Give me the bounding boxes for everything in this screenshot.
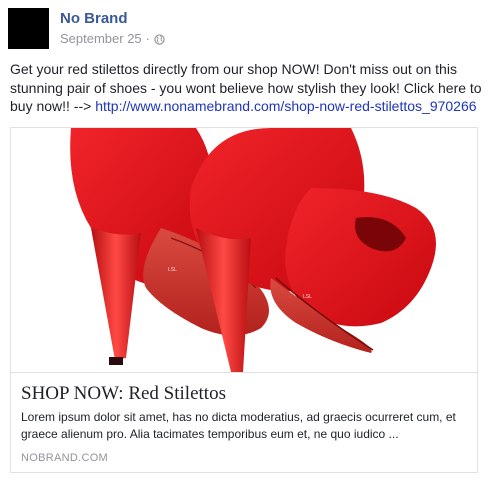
link-preview-card[interactable]: LSL LSL SHOP NOW: Red Stilettos Lorem ip…	[10, 127, 478, 473]
card-title[interactable]: SHOP NOW: Red Stilettos	[21, 383, 226, 405]
post-meta: September 25 ·	[60, 31, 165, 47]
post-text: Get your red stilettos directly from our…	[10, 60, 482, 116]
post-url-link[interactable]: http://www.nonamebrand.com/shop-now-red-…	[95, 98, 476, 114]
card-domain: NOBRAND.COM	[21, 452, 109, 464]
red-stilettos-image: LSL LSL	[70, 128, 436, 372]
post-date[interactable]: September 25	[60, 31, 142, 47]
card-description: Lorem ipsum dolor sit amet, has no dicta…	[21, 410, 456, 441]
meta-separator: ·	[145, 31, 151, 46]
svg-text:LSL: LSL	[303, 294, 312, 300]
globe-icon[interactable]	[154, 33, 165, 45]
avatar[interactable]	[8, 8, 49, 49]
svg-text:LSL: LSL	[168, 267, 177, 273]
facebook-post: No Brand September 25 · Get your red sti…	[0, 0, 491, 483]
card-image[interactable]: LSL LSL	[11, 128, 477, 372]
card-body[interactable]: SHOP NOW: Red Stilettos Lorem ipsum dolo…	[11, 372, 477, 472]
page-name-link[interactable]: No Brand	[60, 10, 128, 28]
